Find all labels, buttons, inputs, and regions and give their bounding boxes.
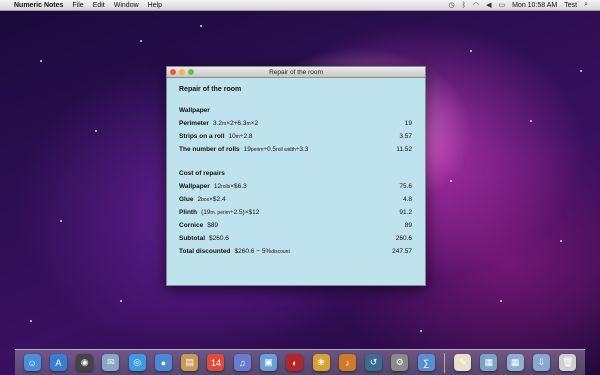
section-heading-cost: Cost of repairs <box>179 170 225 177</box>
document-window: Repair of the room Repair of the room Wa… <box>166 66 426 286</box>
calc-row-result: 4.8 <box>402 196 412 203</box>
calc-row[interactable]: Subtotal $260.6 260.6 <box>179 235 415 248</box>
calc-row-expression: 10m÷2.8 <box>228 133 253 140</box>
address-book-icon[interactable]: ▤ <box>181 354 199 371</box>
dock: ☺ A ◉ ✉ ◎ ● ▤ 14 ♫ ▣ ◐ ❀ ♪ ↺ ⚙ ∑ ✎ ▦ ▦ ⇩ 🗑 <box>15 349 585 375</box>
preview-icon[interactable]: ▣ <box>260 354 278 371</box>
menu-window[interactable]: Window <box>114 2 139 9</box>
calc-row[interactable]: Plinth (19m. perim÷2.5)×$12 91.2 <box>179 209 415 222</box>
section-heading-wallpaper: Wallpaper <box>179 107 210 114</box>
time-machine-icon[interactable]: ↺ <box>365 354 383 371</box>
calc-row-result: 3.57 <box>399 133 412 140</box>
calc-row[interactable]: Total discounted $260.6 − 5%discount 247.5… <box>179 248 415 261</box>
calc-row-label: Subtotal <box>179 235 205 242</box>
dashboard-icon[interactable]: ◉ <box>76 354 94 371</box>
iphoto-icon[interactable]: ❀ <box>312 354 330 371</box>
menu-file[interactable]: File <box>72 2 83 9</box>
calc-row-label: Perimeter <box>179 120 209 127</box>
calc-row[interactable]: Perimeter 3.2m×2+6.3m×2 19 <box>179 120 415 133</box>
document-title: Repair of the room <box>179 86 242 93</box>
calc-row[interactable]: Glue 2box×$2.4 4.8 <box>179 196 415 209</box>
calc-row-label: Total discounted <box>179 248 231 255</box>
applications-icon[interactable]: ▦ <box>480 354 498 371</box>
menu-bar: Numeric Notes File Edit Window Help ◷ ᛒ … <box>0 0 600 11</box>
calc-row[interactable]: The number of rolls 19perim÷0.5roll width… <box>179 146 415 159</box>
window-titlebar[interactable]: Repair of the room <box>167 67 425 78</box>
app-store-icon[interactable]: A <box>49 354 67 371</box>
calc-row-label: Strips on a roll <box>179 133 225 140</box>
calc-row-result: 89 <box>404 222 412 229</box>
close-window-icon[interactable] <box>170 69 176 75</box>
calc-row-expression: 3.2m×2+6.3m×2 <box>213 120 259 127</box>
battery-icon[interactable]: ▭ <box>498 1 505 9</box>
calc-row-label: Plinth <box>179 209 198 216</box>
menu-help[interactable]: Help <box>148 2 162 9</box>
calc-row-result: 11.52 <box>396 146 412 153</box>
zoom-window-icon[interactable] <box>188 69 194 75</box>
itunes-icon[interactable]: ♫ <box>233 354 251 371</box>
calc-row-result: 91.2 <box>399 209 412 216</box>
calc-row-result: 260.6 <box>395 235 412 242</box>
ichat-icon[interactable]: ● <box>154 354 172 371</box>
calc-row-label: The number of rolls <box>179 146 240 153</box>
calc-row-result: 75.6 <box>399 183 412 190</box>
photo-booth-icon[interactable]: ◐ <box>286 354 304 371</box>
finder-icon[interactable]: ☺ <box>23 354 41 371</box>
textedit-icon[interactable]: ✎ <box>454 354 472 371</box>
calc-row-result: 247.57 <box>392 248 412 255</box>
calc-row-label: Cornice <box>179 222 204 229</box>
numeric-notes-icon[interactable]: ∑ <box>417 354 435 371</box>
calc-row-label: Wallpaper <box>179 183 210 190</box>
calc-row[interactable]: Cornice $89 89 <box>179 222 415 235</box>
wifi-icon[interactable]: ◠ <box>473 1 479 9</box>
volume-icon[interactable]: ◀ <box>486 1 491 9</box>
clock[interactable]: Mon 10:58 AM <box>512 2 557 9</box>
bluetooth-icon[interactable]: ᛒ <box>462 2 466 9</box>
system-preferences-icon[interactable]: ⚙ <box>391 354 409 371</box>
documents-icon[interactable]: ▦ <box>506 354 524 371</box>
calc-row[interactable]: Wallpaper 12rolls×$6.3 75.6 <box>179 183 415 196</box>
window-title: Repair of the room <box>269 69 323 76</box>
calc-row-expression: $89 <box>207 222 219 229</box>
app-menu[interactable]: Numeric Notes <box>14 2 63 9</box>
user-menu[interactable]: Test <box>564 2 577 9</box>
calc-row-expression: (19m. perim÷2.5)×$12 <box>201 209 260 216</box>
document-body[interactable]: Repair of the room Wallpaper Perimeter 3.… <box>167 78 425 261</box>
trash-icon[interactable]: 🗑 <box>559 354 577 371</box>
menu-edit[interactable]: Edit <box>93 2 105 9</box>
safari-icon[interactable]: ◎ <box>128 354 146 371</box>
garageband-icon[interactable]: ♪ <box>338 354 356 371</box>
calc-row-expression: 2box×$2.4 <box>197 196 226 203</box>
spotlight-search-icon[interactable]: ⌕ <box>584 1 588 9</box>
calc-row-expression: 19perim÷0.5roll width÷3.3 <box>243 146 309 153</box>
ical-icon[interactable]: 14 <box>207 354 225 371</box>
calc-row-expression: $260.6 <box>209 235 229 242</box>
calc-row-label: Glue <box>179 196 194 203</box>
calc-row-expression: $260.6 − 5%discount <box>234 248 290 255</box>
downloads-icon[interactable]: ⇩ <box>532 354 550 371</box>
time-machine-status-icon[interactable]: ◷ <box>449 1 455 9</box>
mail-icon[interactable]: ✉ <box>102 354 120 371</box>
calc-row-expression: 12rolls×$6.3 <box>213 183 247 190</box>
minimize-window-icon[interactable] <box>179 69 185 75</box>
calc-row-result: 19 <box>404 120 412 127</box>
calc-row[interactable]: Strips on a roll 10m÷2.8 3.57 <box>179 133 415 146</box>
dock-separator <box>443 352 445 373</box>
